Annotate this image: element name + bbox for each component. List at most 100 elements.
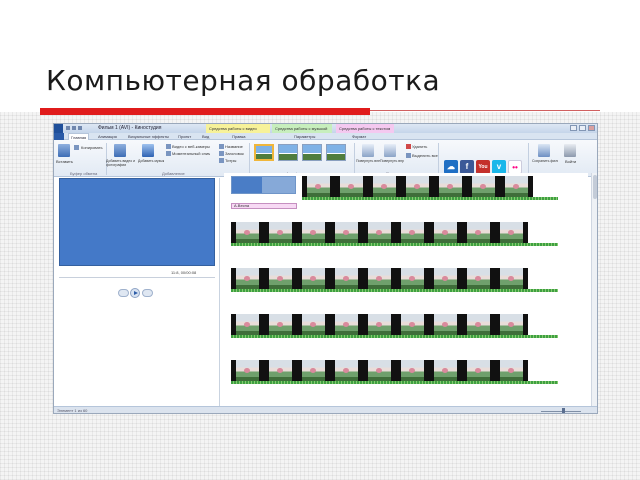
title-label[interactable]: Название <box>225 144 243 149</box>
play-button[interactable] <box>130 288 140 298</box>
clip-thumbnail[interactable] <box>302 176 335 197</box>
flickr-icon[interactable]: •• <box>508 160 522 174</box>
redo-icon[interactable] <box>78 126 82 130</box>
rotate-right-icon[interactable] <box>384 144 396 157</box>
clip-thumbnail[interactable] <box>462 314 495 335</box>
clip-thumbnail[interactable] <box>231 222 264 243</box>
maximize-icon[interactable] <box>579 125 586 131</box>
clip-thumbnail[interactable] <box>368 176 401 197</box>
clip-thumbnail[interactable] <box>396 314 429 335</box>
clip-thumbnail[interactable] <box>231 268 264 289</box>
select-all-label[interactable]: Выделить все <box>412 153 438 158</box>
app-menu-button[interactable] <box>54 124 63 133</box>
clip-thumbnail[interactable] <box>429 222 462 243</box>
tab-animation[interactable]: Анимация <box>98 133 117 140</box>
clip-thumbnail[interactable] <box>396 268 429 289</box>
clip-thumbnail[interactable] <box>495 360 528 381</box>
clip-thumbnail[interactable] <box>396 360 429 381</box>
video-preview[interactable] <box>59 178 215 266</box>
storyboard-row-3[interactable] <box>231 268 558 292</box>
tab-view[interactable]: Вид <box>202 133 209 140</box>
snapshot-icon[interactable] <box>166 151 171 156</box>
clip-thumbnail[interactable] <box>363 360 396 381</box>
clip-thumbnail[interactable] <box>297 222 330 243</box>
tab-home[interactable]: Главная <box>68 133 90 140</box>
zoom-slider[interactable] <box>541 411 581 412</box>
clip-thumbnail[interactable] <box>297 360 330 381</box>
caption-overlay-bar[interactable]: А.Весна <box>231 203 297 209</box>
clip-thumbnail[interactable] <box>297 268 330 289</box>
clip-thumbnail[interactable] <box>264 222 297 243</box>
clip-thumbnail[interactable] <box>462 222 495 243</box>
clip-thumbnail[interactable] <box>429 268 462 289</box>
storyboard-row-2[interactable] <box>231 222 558 246</box>
context-tab-video[interactable]: Средства работы с видео <box>206 124 270 133</box>
context-tab-music[interactable]: Средства работы с музыкой <box>272 124 332 133</box>
title-icon[interactable] <box>219 144 224 149</box>
clip-thumbnail[interactable] <box>330 268 363 289</box>
clip-thumbnail[interactable] <box>429 314 462 335</box>
tab-format[interactable]: Формат <box>352 133 366 140</box>
paste-icon[interactable] <box>58 144 70 157</box>
clip-thumbnail[interactable] <box>363 268 396 289</box>
snapshot-label[interactable]: Моментальный снимок <box>172 151 210 156</box>
caption-label[interactable]: Заголовок <box>225 151 244 156</box>
webcam-label[interactable]: Видео с веб-камеры <box>172 144 210 149</box>
copy-label[interactable]: Копировать <box>81 145 103 150</box>
storyboard-row-4[interactable] <box>231 314 558 338</box>
paste-label[interactable]: Вставить <box>56 159 73 164</box>
storyboard-row-1[interactable] <box>302 176 558 200</box>
clip-thumbnail[interactable] <box>363 314 396 335</box>
tab-project[interactable]: Проект <box>178 133 191 140</box>
save-movie-label[interactable]: Сохранить фильм <box>532 159 558 164</box>
skydrive-icon[interactable]: ☁ <box>444 160 458 174</box>
clip-thumbnail[interactable] <box>297 314 330 335</box>
next-frame-button[interactable] <box>142 289 153 297</box>
clip-thumbnail[interactable] <box>500 176 533 197</box>
autofilm-theme-3[interactable] <box>302 144 322 161</box>
music-note-icon[interactable] <box>142 144 154 157</box>
preview-seek-bar[interactable] <box>59 277 215 278</box>
previous-frame-button[interactable] <box>118 289 129 297</box>
storyboard-scrollbar[interactable] <box>591 173 597 406</box>
clip-thumbnail[interactable] <box>495 314 528 335</box>
clip-thumbnail[interactable] <box>264 314 297 335</box>
minimize-icon[interactable] <box>570 125 577 131</box>
signin-icon[interactable] <box>564 144 576 157</box>
clip-thumbnail[interactable] <box>330 360 363 381</box>
credits-icon[interactable] <box>219 158 224 163</box>
clip-thumbnail[interactable] <box>335 176 368 197</box>
autofilm-theme-4[interactable] <box>326 144 346 161</box>
clip-thumbnail[interactable] <box>434 176 467 197</box>
clip-thumbnail[interactable] <box>462 360 495 381</box>
remove-icon[interactable] <box>406 144 411 149</box>
tab-options[interactable]: Параметры <box>294 133 315 140</box>
credits-label[interactable]: Титры <box>225 158 236 163</box>
close-icon[interactable] <box>588 125 595 131</box>
clip-thumbnail[interactable] <box>495 268 528 289</box>
clip-thumbnail[interactable] <box>467 176 500 197</box>
save-icon[interactable] <box>66 126 70 130</box>
autofilm-theme-1[interactable] <box>254 144 274 161</box>
undo-icon[interactable] <box>72 126 76 130</box>
remove-label[interactable]: Удалить <box>412 144 427 149</box>
rotate-left-icon[interactable] <box>362 144 374 157</box>
scrollbar-thumb[interactable] <box>593 175 597 199</box>
clip-thumbnail[interactable] <box>462 268 495 289</box>
zoom-slider-knob[interactable] <box>562 408 565 413</box>
rotate-left-label[interactable]: Повернуть влево <box>356 159 380 164</box>
clip-thumbnail[interactable] <box>396 222 429 243</box>
rotate-right-label[interactable]: Повернуть вправо <box>380 159 404 164</box>
clip-thumbnail[interactable] <box>264 360 297 381</box>
context-tab-text[interactable]: Средства работы с текстом <box>336 124 394 133</box>
autofilm-theme-2[interactable] <box>278 144 298 161</box>
tab-edit[interactable]: Правка <box>232 133 246 140</box>
file-tab[interactable] <box>54 133 64 140</box>
clip-thumbnail[interactable] <box>330 222 363 243</box>
add-media-icon[interactable] <box>114 144 126 157</box>
clip-thumbnail[interactable] <box>330 314 363 335</box>
clip-thumbnail[interactable] <box>429 360 462 381</box>
save-movie-icon[interactable] <box>538 144 550 157</box>
add-music-label[interactable]: Добавить музыку <box>138 159 164 164</box>
clip-thumbnail[interactable] <box>401 176 434 197</box>
